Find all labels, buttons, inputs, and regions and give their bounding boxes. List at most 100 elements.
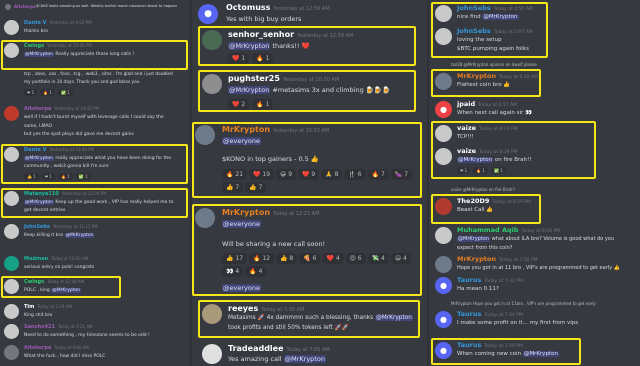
mention-chip[interactable]: @MrKrypton bbox=[283, 355, 326, 363]
avatar[interactable] bbox=[4, 345, 19, 360]
avatar[interactable] bbox=[5, 4, 11, 10]
author-name[interactable]: JohnSebs Today at 5:07 AM bbox=[457, 27, 533, 35]
mention-chip[interactable]: @MrKrypton bbox=[522, 351, 559, 357]
reaction[interactable]: ✅ 1 bbox=[490, 167, 506, 174]
mention-chip[interactable]: @everyone bbox=[222, 284, 261, 292]
avatar[interactable] bbox=[435, 73, 452, 90]
avatar[interactable] bbox=[435, 256, 452, 273]
author-name[interactable]: MrKrypton Yesterday at 10:02 AM bbox=[222, 125, 329, 134]
reaction[interactable]: 🍆 7 bbox=[390, 169, 413, 180]
mention-chip[interactable]: @MrKrypton bbox=[228, 42, 271, 50]
reaction[interactable]: ✅ 1 bbox=[57, 89, 73, 96]
mention-chip[interactable]: @MrKrypton bbox=[482, 14, 519, 20]
author-name[interactable]: Octomuss Yesterday at 12:56 AM bbox=[226, 3, 330, 12]
author-name[interactable]: Taurus Today at 7:34 PM bbox=[457, 310, 523, 318]
reaction[interactable]: ❤ 1 bbox=[41, 173, 55, 180]
author-name[interactable]: Taurus Today at 7:32 PM bbox=[457, 276, 523, 284]
reply-preview[interactable]: vaize @MrKrypton on fire Brah!! bbox=[451, 187, 516, 192]
author-name[interactable]: JohnSebs Today at 4:50 AM bbox=[457, 4, 533, 12]
reaction[interactable]: 😁 9 bbox=[276, 169, 297, 180]
reaction[interactable]: 🔥 1 bbox=[40, 89, 55, 96]
reaction[interactable]: 🔥 12 bbox=[249, 253, 275, 264]
avatar[interactable] bbox=[4, 224, 19, 239]
avatar[interactable] bbox=[4, 304, 19, 319]
reaction[interactable]: ❤️ 4 bbox=[322, 253, 344, 264]
author-name[interactable]: MrKrypton Today at 7:10 PM bbox=[457, 255, 538, 263]
reaction[interactable]: ❤️ 1 bbox=[228, 53, 250, 64]
author-name[interactable]: Altsherpa bbox=[14, 4, 36, 9]
reaction[interactable]: ❤ 1 bbox=[457, 167, 471, 174]
reaction[interactable]: 👍 8 bbox=[276, 253, 298, 264]
reaction[interactable]: 🔥 21 bbox=[222, 169, 248, 180]
reaction[interactable]: 🙏 8 bbox=[321, 169, 343, 180]
author-name[interactable]: senhor_senhor Yesterday at 12:59 AM bbox=[228, 30, 353, 39]
avatar[interactable] bbox=[435, 28, 452, 45]
avatar[interactable] bbox=[435, 148, 452, 165]
reaction[interactable]: 🔥 1 bbox=[252, 99, 274, 110]
reply-preview[interactable]: MrKrypton Hope you got in at 11bro , VIP… bbox=[451, 301, 596, 306]
avatar[interactable] bbox=[4, 147, 19, 162]
reaction[interactable]: 🍕 6 bbox=[299, 253, 321, 264]
avatar[interactable] bbox=[435, 198, 452, 215]
reaction[interactable]: 🍴 6 bbox=[344, 169, 366, 180]
avatar[interactable] bbox=[4, 106, 19, 121]
avatar[interactable] bbox=[4, 43, 19, 58]
author-name[interactable]: jpaid Today at 6:17 AM bbox=[457, 100, 517, 108]
mention-chip[interactable]: @MrKrypton bbox=[457, 157, 494, 163]
reaction[interactable]: ❤ 1 bbox=[24, 89, 38, 96]
discord-logo-icon[interactable]: ● bbox=[435, 311, 452, 328]
author-name[interactable]: Tradeaddlee Today at 7:05 AM bbox=[228, 344, 330, 353]
avatar[interactable] bbox=[202, 74, 222, 94]
avatar[interactable] bbox=[4, 324, 19, 339]
reaction[interactable]: 🔥 7 bbox=[367, 169, 389, 180]
author-name[interactable]: vaize Today at 6:19 PM bbox=[457, 147, 518, 155]
avatar[interactable] bbox=[4, 191, 19, 206]
avatar[interactable] bbox=[435, 5, 452, 22]
reaction[interactable]: ❤️ 2 bbox=[228, 99, 250, 110]
author-name[interactable]: reeyes Today at 7:05 AM bbox=[228, 304, 304, 313]
discord-logo-icon[interactable]: ● bbox=[198, 4, 218, 24]
avatar[interactable] bbox=[202, 344, 222, 364]
reaction[interactable]: 👀 4 bbox=[222, 266, 244, 277]
avatar[interactable] bbox=[195, 125, 215, 145]
reaction[interactable]: ❤️ 19 bbox=[249, 169, 275, 180]
author-name[interactable]: Altsherpa Yesterday at 10:42 PM bbox=[24, 106, 99, 112]
author-name[interactable]: Cwings Yesterday at 10:06 PM bbox=[24, 43, 92, 49]
mention-chip[interactable]: @MrKrypton bbox=[51, 288, 82, 293]
author-name[interactable]: MrKrypton Today at 6:10 AM bbox=[457, 72, 538, 80]
author-name[interactable]: MrKrypton Today at 12:23 AM bbox=[222, 208, 319, 217]
reaction[interactable]: 👍 7 bbox=[245, 182, 267, 193]
author-name[interactable]: JohnSebs Yesterday at 11:11 PM bbox=[24, 224, 98, 230]
reaction[interactable]: 👍 17 bbox=[222, 253, 248, 264]
reaction[interactable]: 🔥 1 bbox=[473, 167, 488, 174]
reaction[interactable]: ✅ 1 bbox=[75, 173, 91, 180]
author-name[interactable]: Matanya110 Yesterday at 11:04 PM bbox=[24, 191, 106, 197]
reaction[interactable]: 💸 4 bbox=[367, 253, 389, 264]
mention-chip[interactable]: @MrKrypton bbox=[374, 315, 413, 321]
author-name[interactable]: Muhammad Aqib Today at 6:59 PM bbox=[457, 226, 560, 234]
mention-chip[interactable]: @MrKrypton bbox=[24, 52, 54, 57]
avatar[interactable] bbox=[202, 30, 222, 50]
reply-preview[interactable]: tez28 @MrKrypton opinion on $wolf please bbox=[451, 62, 537, 67]
discord-logo-icon[interactable]: ● bbox=[435, 342, 452, 359]
discord-logo-icon[interactable]: ● bbox=[435, 101, 452, 118]
avatar[interactable] bbox=[435, 125, 452, 142]
author-name[interactable]: Tim Today at 2:19 AM bbox=[24, 304, 72, 310]
author-name[interactable]: vaize Today at 6:19 PM bbox=[457, 124, 518, 132]
avatar[interactable] bbox=[4, 256, 19, 271]
author-name[interactable]: Modman Today at 12:00 AM bbox=[24, 256, 88, 262]
author-name[interactable]: Dante V Yesterday at 10:40 PM bbox=[24, 147, 94, 153]
reaction[interactable]: 👍 7 bbox=[222, 182, 244, 193]
author-name[interactable]: Taurus Today at 7:40 PM bbox=[457, 341, 523, 349]
reaction[interactable]: 😍 6 bbox=[345, 253, 366, 264]
mention-chip[interactable]: @MrKrypton bbox=[24, 156, 54, 161]
reaction[interactable]: 🔥 1 bbox=[57, 173, 73, 180]
mention-chip[interactable]: @everyone bbox=[222, 220, 261, 228]
mention-chip[interactable]: @everyone bbox=[222, 137, 261, 145]
avatar[interactable] bbox=[4, 20, 19, 35]
author-name[interactable]: The20D9 Today at 6:29 PM bbox=[457, 197, 531, 205]
reaction[interactable]: 🔥 1 bbox=[252, 53, 274, 64]
avatar[interactable] bbox=[195, 208, 215, 228]
mention-chip[interactable]: @MrKrypton bbox=[228, 86, 271, 94]
discord-logo-icon[interactable]: ● bbox=[435, 277, 452, 294]
